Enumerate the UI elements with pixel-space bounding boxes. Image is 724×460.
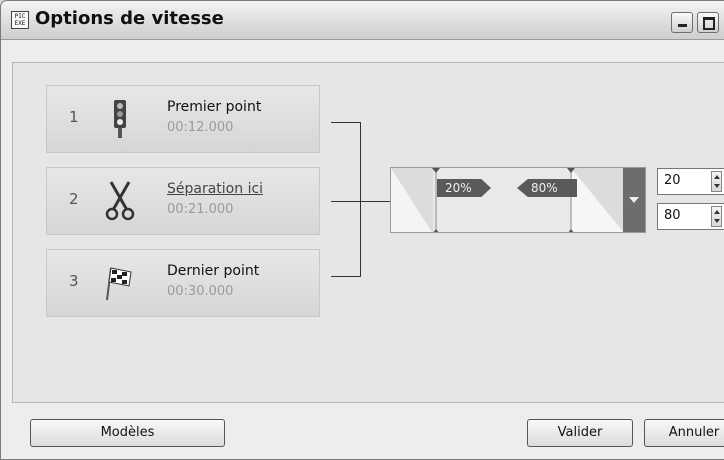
connector-line <box>331 122 361 123</box>
cancel-button[interactable]: Annuler <box>644 419 724 447</box>
connector-line <box>331 201 391 202</box>
point-time: 00:21.000 <box>167 202 234 217</box>
title-bar[interactable]: PIC EXE Options de vitesse <box>1 1 724 40</box>
point-name: Premier point <box>167 99 262 115</box>
spin-arrows-icon[interactable] <box>711 171 722 192</box>
connector-line <box>331 276 361 277</box>
checkered-flag-icon <box>103 260 137 304</box>
scissors-icon <box>103 178 137 222</box>
start-speed-value: 20 <box>664 173 681 188</box>
speed-curve-editor[interactable]: 20% 80% <box>390 167 646 233</box>
point-name: Dernier point <box>167 263 260 279</box>
ok-button[interactable]: Valider <box>527 419 633 447</box>
start-speed-marker[interactable]: 20% <box>437 179 491 197</box>
split-here-link[interactable]: Séparation ici <box>167 181 263 197</box>
point-card-1[interactable]: 1 Premier point 00:12.000 <box>46 85 320 153</box>
window-title: Options de vitesse <box>35 8 224 29</box>
point-number: 2 <box>69 190 79 208</box>
point-number: 1 <box>69 108 79 126</box>
maximize-button[interactable] <box>697 12 719 33</box>
traffic-light-icon <box>103 96 137 140</box>
start-speed-stepper[interactable]: 20 <box>657 168 724 195</box>
spin-arrows-icon[interactable] <box>711 206 722 227</box>
app-icon: PIC EXE <box>11 11 29 29</box>
point-number: 3 <box>69 272 79 290</box>
connector-line <box>360 122 361 277</box>
end-speed-stepper[interactable]: 80 <box>657 203 724 230</box>
end-speed-value: 80 <box>664 208 681 223</box>
templates-button[interactable]: Modèles <box>30 419 225 447</box>
point-card-3[interactable]: 3 Dernier point 00:30.000 <box>46 249 320 317</box>
point-card-2[interactable]: 2 Séparation ici 00:21.000 <box>46 167 320 235</box>
speed-options-window: PIC EXE Options de vitesse 1 Premier poin… <box>0 0 724 460</box>
speed-preset-dropdown[interactable] <box>623 168 645 232</box>
point-time: 00:12.000 <box>167 120 234 135</box>
point-time: 00:30.000 <box>167 284 234 299</box>
minimize-button[interactable] <box>671 12 693 33</box>
end-speed-marker[interactable]: 80% <box>517 179 577 197</box>
